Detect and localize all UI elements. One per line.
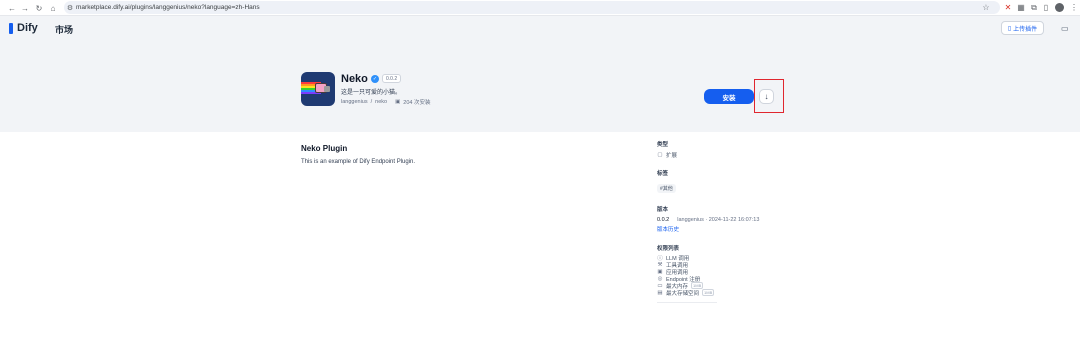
plugin-hero: Neko ✓ 0.0.2 这是一只可爱的小猫。 langgenius / nek… — [0, 42, 1080, 132]
back-icon[interactable]: ← — [6, 1, 18, 15]
upload-plugin-button[interactable]: ▯ 上传插件 — [1001, 21, 1044, 35]
circle-icon: ⓘ — [657, 255, 663, 262]
dify-logo[interactable]: Dify — [9, 22, 38, 34]
bookmark-star-icon[interactable]: ☆ — [981, 2, 991, 13]
verified-icon: ✓ — [371, 75, 379, 83]
tags-heading: 标签 — [657, 171, 669, 177]
url-text: marketplace.dify.ai/plugins/langgenius/n… — [76, 4, 260, 11]
permission-list: ⓘ LLM 调用 ⚒ 工具调用 ▣ 应用调用 ◎ Endpoint 注册 ▭ 最… — [657, 254, 719, 297]
browser-menu-icon[interactable]: ⋮ — [1069, 2, 1079, 13]
install-count: 204 次安装 — [403, 100, 431, 106]
plugin-sidebar: 类型 ▢ 扩展 标签 #其他 版本 0.0.2 langgenius · 202… — [657, 140, 759, 303]
plugin-description: 这是一只可爱的小猫。 — [341, 90, 402, 96]
browser-toolbar: ← → ↻ ⌂ ⚙ marketplace.dify.ai/plugins/la… — [0, 0, 1080, 16]
category-value: 扩展 — [666, 152, 678, 159]
plugin-author[interactable]: langgenius — [341, 99, 368, 105]
extension-grid-icon[interactable]: ▦ — [1016, 2, 1026, 13]
version-badge: 0.0.2 — [382, 74, 402, 83]
plugin-slug: neko — [375, 99, 388, 105]
address-bar[interactable]: ⚙ marketplace.dify.ai/plugins/langgenius… — [64, 1, 1000, 14]
plugin-meta: langgenius / neko ▣ 204 次安装 — [341, 98, 431, 106]
meta-separator: / — [370, 99, 373, 105]
page-section-title[interactable]: 市场 — [55, 23, 73, 36]
permission-label: 最大存储空间 — [666, 290, 700, 297]
reload-icon[interactable]: ↻ — [33, 1, 45, 15]
plugin-icon — [301, 72, 335, 106]
category-row: ▢ 扩展 — [657, 151, 719, 159]
monitor-icon[interactable]: ▭ — [1061, 24, 1069, 33]
plugin-name: Neko — [341, 73, 368, 85]
permission-item: ▤ 最大存储空间 1MB — [657, 289, 719, 297]
version-heading: 版本 — [657, 207, 669, 213]
logo-text: Dify — [17, 22, 38, 34]
extension-icon: ▢ — [657, 151, 663, 158]
app-icon: ▣ — [657, 268, 663, 275]
site-header: Dify 市场 ▯ 上传插件 ▭ — [0, 16, 1080, 42]
tool-icon: ⚒ — [657, 261, 663, 268]
site-settings-icon[interactable]: ⚙ — [64, 4, 76, 12]
permissions-heading: 权限列表 — [657, 246, 680, 252]
book-icon: ▯ — [1007, 25, 1012, 32]
category-heading: 类型 — [657, 142, 669, 148]
download-button[interactable]: ↓ — [759, 89, 774, 104]
version-row: 0.0.2 langgenius · 2024-11-22 16:07:13 — [657, 216, 759, 223]
home-icon[interactable]: ⌂ — [47, 1, 59, 15]
storage-icon: ▤ — [657, 289, 663, 296]
logo-mark-icon — [9, 22, 13, 34]
tag-chip[interactable]: #其他 — [657, 184, 676, 193]
readme-text: This is an example of Dify Endpoint Plug… — [301, 159, 416, 165]
version-meta: langgenius · 2024-11-22 16:07:13 — [677, 216, 760, 223]
install-button[interactable]: 安装 — [704, 89, 754, 104]
profile-avatar[interactable] — [1055, 3, 1064, 12]
version-value: 0.0.2 — [657, 216, 670, 223]
endpoint-icon: ◎ — [657, 275, 663, 282]
forward-icon[interactable]: → — [19, 1, 31, 15]
storage-limit-badge: 1MB — [702, 289, 715, 296]
upload-plugin-label: 上传插件 — [1013, 26, 1038, 33]
extension-x-icon[interactable]: ✕ — [1003, 2, 1013, 13]
readme-title: Neko Plugin — [301, 144, 348, 153]
version-history-link[interactable]: 版本历史 — [657, 225, 719, 233]
install-count-icon: ▣ — [395, 99, 401, 105]
memory-icon: ▭ — [657, 282, 663, 289]
download-icon: ↓ — [764, 92, 769, 101]
sidebar-divider — [657, 302, 717, 303]
extensions-puzzle-icon[interactable]: ⧉ — [1029, 2, 1039, 13]
sidebar-panel-icon[interactable]: ▯ — [1041, 2, 1051, 13]
